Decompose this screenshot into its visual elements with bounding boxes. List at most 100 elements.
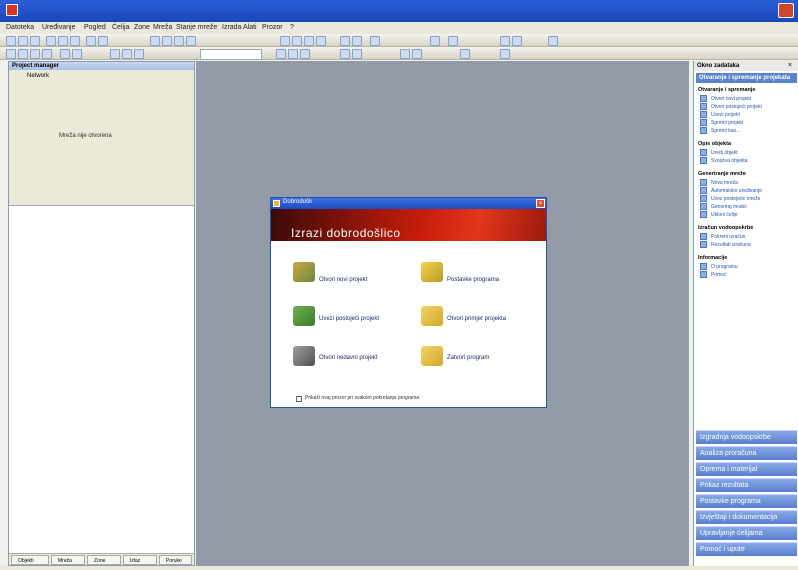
refresh-icon[interactable] — [460, 49, 470, 59]
task-link[interactable]: Nova mreža — [700, 179, 738, 186]
measure-icon[interactable] — [276, 49, 286, 59]
task-link[interactable]: Ukloni ćelije — [700, 211, 738, 218]
menu-alati[interactable]: Alati — [243, 22, 257, 34]
paste-icon[interactable] — [70, 36, 80, 46]
layer-icon[interactable] — [134, 49, 144, 59]
import-project-icon[interactable] — [293, 306, 315, 326]
task-link[interactable]: Rezultati izračuna — [700, 241, 751, 248]
task-category-button[interactable]: Upravljanje ćelijama — [696, 526, 797, 540]
tab-poruke[interactable]: Poruke — [159, 555, 192, 565]
find-icon[interactable] — [352, 49, 362, 59]
layer-select[interactable] — [200, 49, 262, 60]
option-example-project[interactable]: Otvori primjer projekta — [447, 316, 506, 322]
project-tree[interactable]: Network Mreža nije otvorena — [9, 70, 194, 206]
line-icon[interactable] — [18, 49, 28, 59]
task-category-button[interactable]: Oprema i materijal — [696, 462, 797, 476]
task-link[interactable]: Spremi projekt — [700, 119, 743, 126]
menu-uredivanje[interactable]: Uređivanje — [42, 22, 75, 34]
settings-wand-icon[interactable] — [421, 262, 443, 282]
pan-icon[interactable] — [174, 36, 184, 46]
pointer-icon[interactable] — [6, 49, 16, 59]
grid-icon[interactable] — [110, 49, 120, 59]
copy-icon[interactable] — [58, 36, 68, 46]
task-link[interactable]: Uvoz postojeće mreže — [700, 195, 760, 202]
save-icon[interactable] — [30, 36, 40, 46]
report-icon[interactable] — [448, 36, 458, 46]
new-icon[interactable] — [6, 36, 16, 46]
task-category-button[interactable]: Pomoć i upute — [696, 542, 797, 556]
option-settings[interactable]: Postavke programa — [447, 277, 499, 283]
task-link[interactable]: Otvori postojeći projekt — [700, 103, 762, 110]
task-link[interactable]: Uvezi projekt — [700, 111, 740, 118]
cut-icon[interactable] — [46, 36, 56, 46]
task-link[interactable]: O programu — [700, 263, 738, 270]
option-recent-project[interactable]: Otvori nedavni projekt — [319, 355, 377, 361]
task-category-button[interactable]: Izgradnja vodoopskrbe — [696, 430, 797, 444]
menu-zone[interactable]: Zone — [134, 22, 150, 34]
option-import-project[interactable]: Uvezi postojeći projekt — [319, 316, 379, 322]
tree-root-network[interactable]: Network — [27, 73, 49, 79]
menu-pogled[interactable]: Pogled — [84, 22, 106, 34]
option-close-program[interactable]: Zatvori program — [447, 355, 489, 361]
menu-prozor[interactable]: Prozor — [262, 22, 283, 34]
show-on-startup-checkbox[interactable] — [296, 396, 302, 402]
zoom-out-icon[interactable] — [162, 36, 172, 46]
undo-icon[interactable] — [86, 36, 96, 46]
export-icon[interactable] — [412, 49, 422, 59]
task-link[interactable]: Automatsko uređivanje — [700, 187, 762, 194]
area-icon[interactable] — [288, 49, 298, 59]
dialog-close-button[interactable]: × — [536, 199, 545, 208]
folder-icon[interactable] — [421, 346, 443, 366]
task-category-button[interactable]: Postavke programa — [696, 494, 797, 508]
profile-icon[interactable] — [300, 49, 310, 59]
run-icon[interactable] — [430, 36, 440, 46]
reservoir-icon[interactable] — [352, 36, 362, 46]
select-icon[interactable] — [186, 36, 196, 46]
help-icon[interactable] — [548, 36, 558, 46]
print-icon[interactable] — [400, 49, 410, 59]
menu-help[interactable]: ? — [290, 22, 294, 34]
snap-icon[interactable] — [122, 49, 132, 59]
fill-icon[interactable] — [72, 49, 82, 59]
task-category-button[interactable]: Analiza proračuna — [696, 446, 797, 460]
ellipse-icon[interactable] — [42, 49, 52, 59]
tank-icon[interactable] — [340, 36, 350, 46]
task-category-button[interactable]: Izvještaji i dokumentacija — [696, 510, 797, 524]
example-folder-icon[interactable] — [421, 306, 443, 326]
task-category-button[interactable]: Prikaz rezultata — [696, 478, 797, 492]
text-icon[interactable] — [60, 49, 70, 59]
menu-mreza[interactable]: Mreža — [153, 22, 172, 34]
node-icon[interactable] — [280, 36, 290, 46]
redo-icon[interactable] — [98, 36, 108, 46]
menu-celija[interactable]: Ćelija — [112, 22, 130, 34]
menu-datoteka[interactable]: Datoteka — [6, 22, 34, 34]
tab-zone[interactable]: Zone — [87, 555, 121, 565]
zoom-in-icon[interactable] — [150, 36, 160, 46]
table-icon[interactable] — [512, 36, 522, 46]
close-window-button[interactable] — [778, 3, 794, 18]
pump-icon[interactable] — [316, 36, 326, 46]
menu-izrada[interactable]: Izrada — [222, 22, 241, 34]
option-new-project[interactable]: Otvori novi projekt — [319, 277, 367, 283]
label-icon[interactable] — [370, 36, 380, 46]
filter-icon[interactable] — [340, 49, 350, 59]
tab-mreza[interactable]: Mreža — [51, 555, 85, 565]
new-project-icon[interactable] — [293, 262, 315, 282]
recent-project-icon[interactable] — [293, 346, 315, 366]
task-link[interactable]: Svojstva objekta — [700, 157, 747, 164]
task-link[interactable]: Generiraj model — [700, 203, 747, 210]
valve-icon[interactable] — [304, 36, 314, 46]
properties-icon[interactable] — [500, 49, 510, 59]
task-link[interactable]: Spremi kao... — [700, 127, 740, 134]
task-link[interactable]: Uredi objekt — [700, 149, 738, 156]
menu-stanje-mreze[interactable]: Stanje mreže — [176, 22, 217, 34]
open-icon[interactable] — [18, 36, 28, 46]
rectangle-icon[interactable] — [30, 49, 40, 59]
tab-izlaz[interactable]: Izlaz — [123, 555, 157, 565]
task-link[interactable]: Pomoć — [700, 271, 727, 278]
graph-icon[interactable] — [500, 36, 510, 46]
task-link[interactable]: Otvori novi projekt — [700, 95, 751, 102]
tab-objekti[interactable]: Objekti — [11, 555, 49, 565]
task-link[interactable]: Pokreni izračun — [700, 233, 745, 240]
pipe-icon[interactable] — [292, 36, 302, 46]
